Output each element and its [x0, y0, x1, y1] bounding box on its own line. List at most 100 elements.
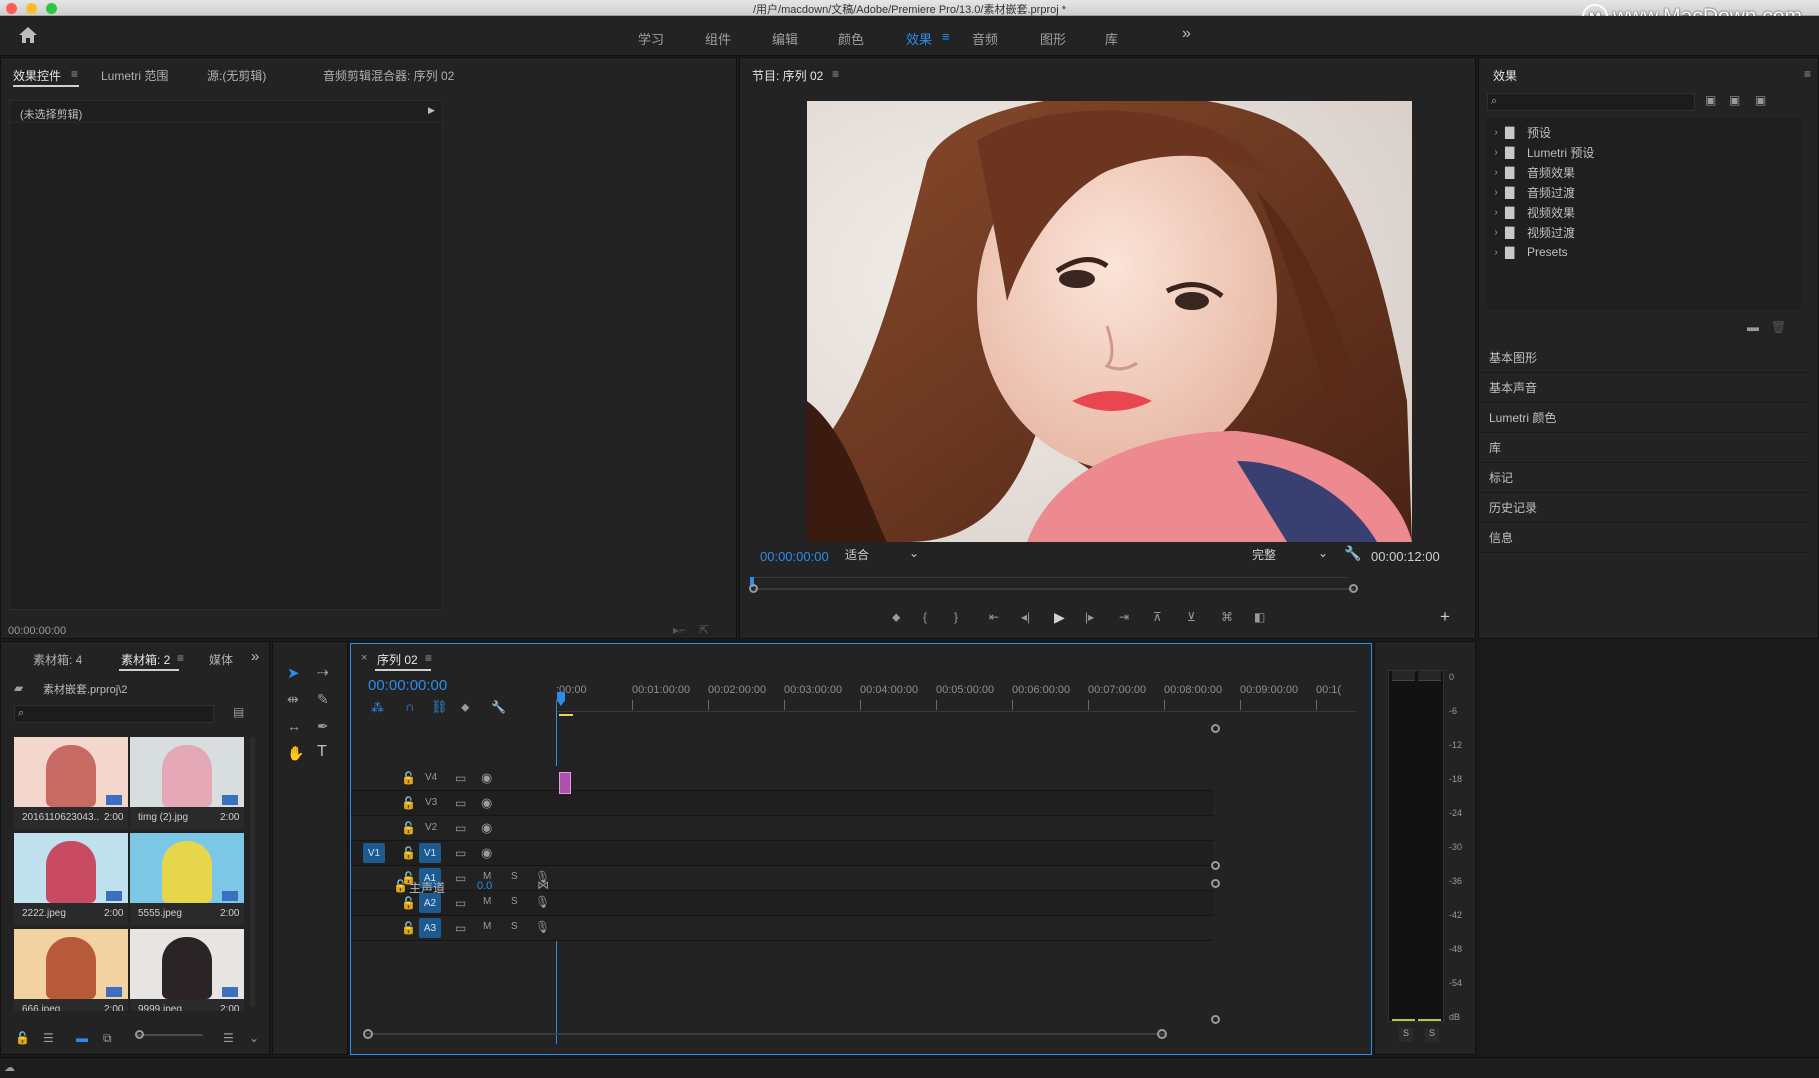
- sort-icon[interactable]: ☰: [223, 1031, 234, 1045]
- 32bit-color-effects-icon[interactable]: ▣: [1729, 93, 1740, 107]
- tab-workspace-1[interactable]: 组件: [705, 29, 731, 48]
- effects-search-input[interactable]: ⌕: [1487, 93, 1695, 111]
- tab-audio-clip-mixer[interactable]: 音频剪辑混合器: 序列 02: [323, 67, 454, 84]
- ripple-edit-tool-icon[interactable]: ⇹: [287, 691, 299, 708]
- zoom-handle-right[interactable]: [1349, 584, 1358, 593]
- peak-indicator-right[interactable]: [1418, 671, 1441, 681]
- program-time-ruler[interactable]: [752, 577, 1348, 578]
- timeline-vertical-scroll[interactable]: [1211, 724, 1221, 1024]
- status-icon[interactable]: ☁: [4, 1061, 15, 1074]
- workspace-menu-icon[interactable]: ≡: [942, 29, 950, 44]
- tab-sequence[interactable]: 序列 02: [377, 651, 418, 668]
- effects-folder[interactable]: › ▇ 预设: [1487, 122, 1801, 142]
- track-target-a3[interactable]: A3: [419, 918, 441, 938]
- scroll-handle-bottom[interactable]: [1211, 1015, 1220, 1024]
- freeform-view-icon[interactable]: ⧉: [103, 1031, 112, 1046]
- track-name-v3[interactable]: V3: [425, 797, 437, 808]
- collapsed-panel-header[interactable]: 信息: [1479, 523, 1809, 553]
- lock-icon[interactable]: 🔓: [401, 921, 416, 935]
- home-icon[interactable]: [18, 26, 38, 44]
- solo-right-button[interactable]: S: [1425, 1028, 1439, 1042]
- zoom-fit-dropdown[interactable]: 适合 ⌄: [845, 546, 925, 564]
- panel-menu-icon[interactable]: ≡: [71, 67, 78, 81]
- lock-icon[interactable]: 🔓: [393, 879, 408, 893]
- go-to-end-icon[interactable]: ⋈: [537, 878, 549, 892]
- accelerated-effects-icon[interactable]: ▣: [1705, 93, 1716, 107]
- new-bin-icon[interactable]: ▬: [1747, 320, 1759, 334]
- hand-tool-icon[interactable]: ✋: [287, 745, 304, 762]
- timeline-horizontal-scroll[interactable]: [366, 1033, 1166, 1035]
- expand-arrow-icon[interactable]: ▶: [428, 105, 435, 116]
- project-item[interactable]: 5555.jpeg 2:00: [130, 833, 244, 925]
- hscroll-handle-left[interactable]: [363, 1029, 373, 1039]
- project-item[interactable]: 666.jpeg 2:00: [14, 929, 128, 1011]
- lift-icon[interactable]: ⊼: [1153, 610, 1162, 624]
- more-tabs-button[interactable]: »: [251, 648, 259, 665]
- tab-workspace-2[interactable]: 编辑: [772, 29, 798, 48]
- timeline-clip[interactable]: [559, 772, 571, 794]
- collapsed-panel-header[interactable]: 标记: [1479, 463, 1809, 493]
- lock-icon[interactable]: 🔓: [401, 821, 416, 835]
- track-target-v1[interactable]: V1: [419, 843, 441, 863]
- program-timecode[interactable]: 00:00:00:00: [760, 549, 829, 564]
- lock-icon[interactable]: 🔓: [401, 846, 416, 860]
- tab-effect-controls[interactable]: 效果控件: [13, 67, 61, 84]
- mute-button[interactable]: M: [483, 921, 491, 932]
- effects-folder[interactable]: › ▇ 音频效果: [1487, 162, 1801, 182]
- timeline-ruler[interactable]: :00:00 00:01:00:00 00:02:00:00 00:03:00:00 0…: [556, 684, 1356, 712]
- chevron-down-icon[interactable]: ⌄: [249, 1031, 259, 1045]
- extract-icon[interactable]: ⊻: [1187, 610, 1196, 624]
- tab-source[interactable]: 源:(无剪辑): [207, 67, 266, 84]
- export-frame-icon[interactable]: ⌘: [1221, 610, 1233, 624]
- lock-icon[interactable]: 🔓: [401, 796, 416, 810]
- effects-folder[interactable]: › ▇ Presets: [1487, 242, 1801, 262]
- panel-menu-icon[interactable]: ≡: [1804, 67, 1811, 81]
- scroll-handle-top[interactable]: [1211, 724, 1220, 733]
- track-name-v4[interactable]: V4: [425, 772, 437, 783]
- collapsed-panel-header[interactable]: Lumetri 颜色: [1479, 403, 1809, 433]
- source-patch-v1[interactable]: V1: [363, 843, 385, 863]
- slip-tool-icon[interactable]: ↔: [287, 718, 301, 734]
- program-scroll-bar[interactable]: [754, 588, 1354, 590]
- comparison-view-icon[interactable]: ◧: [1254, 610, 1265, 624]
- zoom-slider[interactable]: [137, 1034, 203, 1036]
- selection-tool-icon[interactable]: ➤: [287, 664, 300, 682]
- project-item[interactable]: 9999.jpeg 2:00: [130, 929, 244, 1011]
- step-back-icon[interactable]: ◂|: [1021, 610, 1030, 624]
- effects-folder[interactable]: › ▇ 视频效果: [1487, 202, 1801, 222]
- microphone-icon[interactable]: 🎙: [535, 920, 550, 934]
- mark-in-icon[interactable]: {: [923, 610, 927, 624]
- timeline-timecode[interactable]: 00:00:00:00: [368, 677, 447, 694]
- project-search-input[interactable]: ⌕: [14, 705, 214, 723]
- tab-workspace-4[interactable]: 效果: [906, 29, 932, 48]
- tab-bin-4[interactable]: 素材箱: 4: [33, 651, 82, 668]
- panel-menu-icon[interactable]: ≡: [832, 67, 839, 81]
- collapsed-panel-header[interactable]: 历史记录: [1479, 493, 1809, 523]
- find-icon[interactable]: ▤: [233, 705, 244, 719]
- timeline-settings-icon[interactable]: 🔧: [491, 700, 506, 714]
- solo-button[interactable]: S: [511, 921, 518, 932]
- scroll-handle-mid2[interactable]: [1211, 879, 1220, 888]
- effects-folder[interactable]: › ▇ 视频过渡: [1487, 222, 1801, 242]
- project-scrollbar[interactable]: [250, 737, 255, 1007]
- sync-lock-icon[interactable]: ▭: [455, 846, 466, 860]
- sync-lock-icon[interactable]: ▭: [455, 896, 466, 910]
- tab-workspace-5[interactable]: 音频: [972, 29, 998, 48]
- lock-icon[interactable]: 🔓: [401, 771, 416, 785]
- play-icon[interactable]: ▶: [1054, 609, 1065, 626]
- track-select-tool-icon[interactable]: ⇢: [317, 664, 329, 681]
- tab-workspace-6[interactable]: 图形: [1040, 29, 1066, 48]
- sync-lock-icon[interactable]: ▭: [455, 921, 466, 935]
- go-to-out-icon[interactable]: ⇥: [1119, 610, 1129, 624]
- add-marker-icon[interactable]: ⬥: [892, 610, 900, 625]
- type-tool-icon[interactable]: T: [317, 743, 327, 761]
- tab-workspace-7[interactable]: 库: [1105, 29, 1118, 48]
- linked-selection-icon[interactable]: ⛓: [431, 699, 448, 715]
- tab-bin-2[interactable]: 素材箱: 2: [121, 651, 170, 668]
- collapsed-panel-header[interactable]: 基本声音: [1479, 373, 1809, 403]
- nest-sequences-icon[interactable]: ⁂: [371, 700, 384, 716]
- track-name-v2[interactable]: V2: [425, 822, 437, 833]
- collapsed-panel-header[interactable]: 基本图形: [1479, 343, 1809, 373]
- go-to-in-icon[interactable]: ⇤: [989, 610, 999, 624]
- eye-icon[interactable]: ◉: [481, 795, 492, 811]
